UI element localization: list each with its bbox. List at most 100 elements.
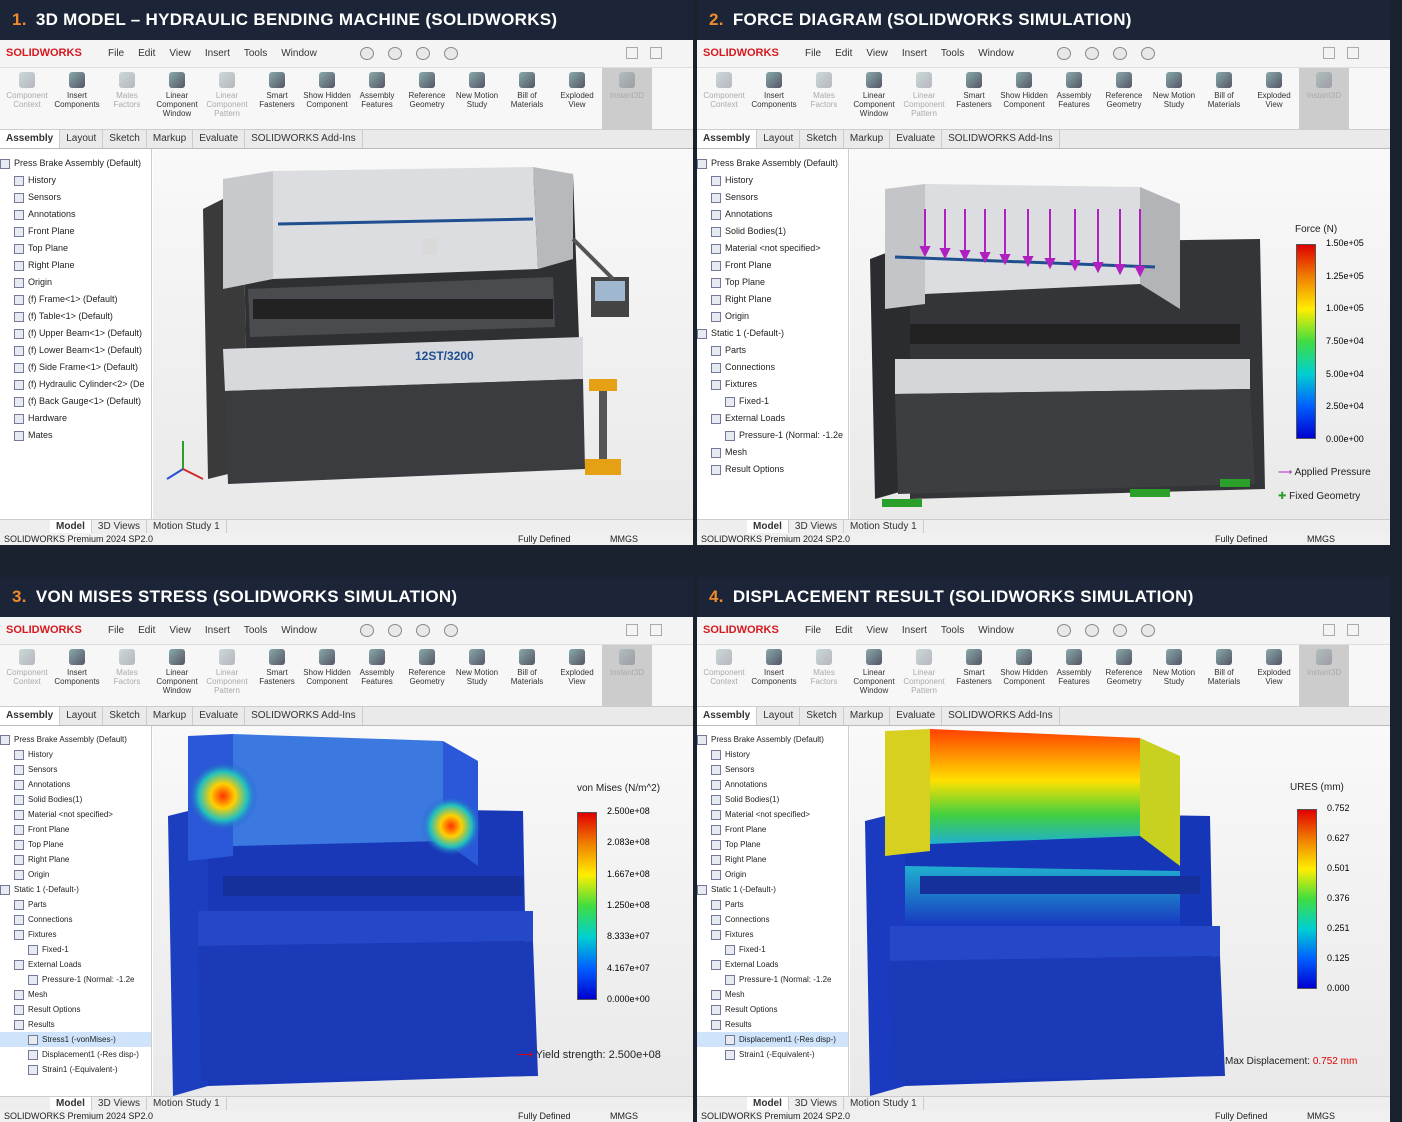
- menu-edit[interactable]: Edit: [138, 48, 155, 59]
- tab-motion-study[interactable]: Motion Study 1: [844, 520, 924, 533]
- menu-tools[interactable]: Tools: [941, 48, 964, 59]
- tab-model[interactable]: Model: [50, 1097, 92, 1110]
- ribbon-button[interactable]: Linear Component Pattern: [899, 645, 949, 707]
- open-icon[interactable]: [416, 47, 430, 60]
- tab-3d-views[interactable]: 3D Views: [789, 520, 844, 533]
- ribbon-button[interactable]: Instant3D: [1299, 645, 1349, 707]
- ribbon-button[interactable]: Component Context: [2, 645, 52, 707]
- tree-item[interactable]: Annotations: [697, 206, 848, 223]
- tree-item[interactable]: Press Brake Assembly (Default): [697, 155, 848, 172]
- ribbon-button[interactable]: Linear Component Pattern: [202, 645, 252, 707]
- tree-item[interactable]: Origin: [697, 308, 848, 325]
- tree-item[interactable]: Right Plane: [697, 852, 848, 867]
- tree-item[interactable]: (f) Back Gauge<1> (Default): [0, 393, 151, 410]
- ribbon-button[interactable]: Show Hidden Component: [999, 645, 1049, 707]
- graphics-area[interactable]: von Mises (N/m^2) 2.500e+08 2.083e+08 1.66…: [153, 726, 693, 1096]
- tree-item[interactable]: Hardware: [0, 410, 151, 427]
- tree-item[interactable]: History: [0, 172, 151, 189]
- tree-item[interactable]: Press Brake Assembly (Default): [0, 732, 151, 747]
- home-icon[interactable]: [1057, 624, 1071, 637]
- tab-assembly[interactable]: Assembly: [697, 130, 758, 148]
- tree-item[interactable]: Sensors: [697, 189, 848, 206]
- menu-edit[interactable]: Edit: [835, 48, 852, 59]
- tree-item[interactable]: Right Plane: [0, 257, 151, 274]
- ribbon-button[interactable]: Assembly Features: [352, 645, 402, 707]
- ribbon-button[interactable]: Instant3D: [602, 68, 652, 130]
- tab-sketch[interactable]: Sketch: [800, 707, 844, 725]
- ribbon-button[interactable]: Bill of Materials: [502, 68, 552, 130]
- menu-file[interactable]: File: [108, 48, 124, 59]
- tree-item[interactable]: Strain1 (-Equivalent-): [0, 1062, 151, 1077]
- tab-addins[interactable]: SOLIDWORKS Add-Ins: [245, 707, 363, 725]
- tree-item[interactable]: Mates: [0, 427, 151, 444]
- ribbon-button[interactable]: Reference Geometry: [1099, 645, 1149, 707]
- tab-model[interactable]: Model: [747, 520, 789, 533]
- tree-item[interactable]: Front Plane: [0, 822, 151, 837]
- ribbon-button[interactable]: Mates Factors: [102, 68, 152, 130]
- menu-insert[interactable]: Insert: [902, 625, 927, 636]
- tree-item[interactable]: External Loads: [697, 957, 848, 972]
- ribbon-button[interactable]: Component Context: [2, 68, 52, 130]
- tree-item[interactable]: Sensors: [0, 189, 151, 206]
- tree-item[interactable]: Origin: [0, 274, 151, 291]
- tree-item[interactable]: Mesh: [697, 987, 848, 1002]
- ribbon-button[interactable]: Smart Fasteners: [949, 68, 999, 130]
- ribbon-button[interactable]: Mates Factors: [102, 645, 152, 707]
- tree-item[interactable]: Material <not specified>: [697, 807, 848, 822]
- ribbon-button[interactable]: Linear Component Pattern: [202, 68, 252, 130]
- tree-item[interactable]: History: [697, 747, 848, 762]
- ribbon-button[interactable]: Linear Component Pattern: [899, 68, 949, 130]
- tab-sketch[interactable]: Sketch: [103, 130, 147, 148]
- tree-item[interactable]: Material <not specified>: [0, 807, 151, 822]
- tree-item[interactable]: Annotations: [0, 206, 151, 223]
- graphics-area[interactable]: URES (mm) 0.752 0.627 0.501 0.376 0.251 0.125…: [850, 726, 1390, 1096]
- tree-item[interactable]: History: [0, 747, 151, 762]
- tab-model[interactable]: Model: [50, 520, 92, 533]
- menu-insert[interactable]: Insert: [205, 48, 230, 59]
- tab-motion-study[interactable]: Motion Study 1: [147, 1097, 227, 1110]
- ribbon-button[interactable]: Instant3D: [1299, 68, 1349, 130]
- tree-item[interactable]: Static 1 (-Default-): [697, 882, 848, 897]
- tree-item[interactable]: Press Brake Assembly (Default): [0, 155, 151, 172]
- tab-markup[interactable]: Markup: [844, 130, 891, 148]
- tree-item[interactable]: Static 1 (-Default-): [697, 325, 848, 342]
- ribbon-button[interactable]: Bill of Materials: [1199, 645, 1249, 707]
- tree-item[interactable]: Results: [697, 1017, 848, 1032]
- menu-edit[interactable]: Edit: [138, 625, 155, 636]
- tree-item[interactable]: Parts: [697, 342, 848, 359]
- tree-item[interactable]: Mesh: [0, 987, 151, 1002]
- tree-item[interactable]: Front Plane: [697, 257, 848, 274]
- tab-addins[interactable]: SOLIDWORKS Add-Ins: [245, 130, 363, 148]
- ribbon-button[interactable]: Smart Fasteners: [252, 645, 302, 707]
- ribbon-button[interactable]: New Motion Study: [1149, 68, 1199, 130]
- tab-layout[interactable]: Layout: [757, 707, 801, 725]
- tree-item[interactable]: Parts: [697, 897, 848, 912]
- ribbon-button[interactable]: Component Context: [699, 645, 749, 707]
- tree-item[interactable]: Pressure-1 (Normal: -1.2e: [697, 972, 848, 987]
- ribbon-button[interactable]: Exploded View: [552, 645, 602, 707]
- ribbon-button[interactable]: Linear Component Window: [152, 645, 202, 707]
- tree-item[interactable]: Result Options: [0, 1002, 151, 1017]
- tab-evaluate[interactable]: Evaluate: [193, 130, 246, 148]
- home-icon[interactable]: [360, 624, 374, 637]
- tree-item[interactable]: External Loads: [0, 957, 151, 972]
- minimize-icon[interactable]: [626, 47, 638, 59]
- ribbon-button[interactable]: Component Context: [699, 68, 749, 130]
- tree-item[interactable]: Fixed-1: [697, 393, 848, 410]
- ribbon-button[interactable]: Insert Components: [749, 68, 799, 130]
- tab-layout[interactable]: Layout: [60, 707, 104, 725]
- tree-item[interactable]: Solid Bodies(1): [697, 792, 848, 807]
- menu-tools[interactable]: Tools: [244, 625, 267, 636]
- tree-item[interactable]: Connections: [697, 359, 848, 376]
- restore-icon[interactable]: [650, 47, 662, 59]
- ribbon-button[interactable]: Bill of Materials: [502, 645, 552, 707]
- tree-item[interactable]: (f) Side Frame<1> (Default): [0, 359, 151, 376]
- tree-item[interactable]: Top Plane: [0, 837, 151, 852]
- tree-item[interactable]: Result Options: [697, 461, 848, 478]
- tree-item[interactable]: (f) Lower Beam<1> (Default): [0, 342, 151, 359]
- ribbon-button[interactable]: Insert Components: [749, 645, 799, 707]
- tree-item[interactable]: Solid Bodies(1): [697, 223, 848, 240]
- ribbon-button[interactable]: Smart Fasteners: [949, 645, 999, 707]
- menu-file[interactable]: File: [805, 48, 821, 59]
- tab-assembly[interactable]: Assembly: [0, 130, 61, 148]
